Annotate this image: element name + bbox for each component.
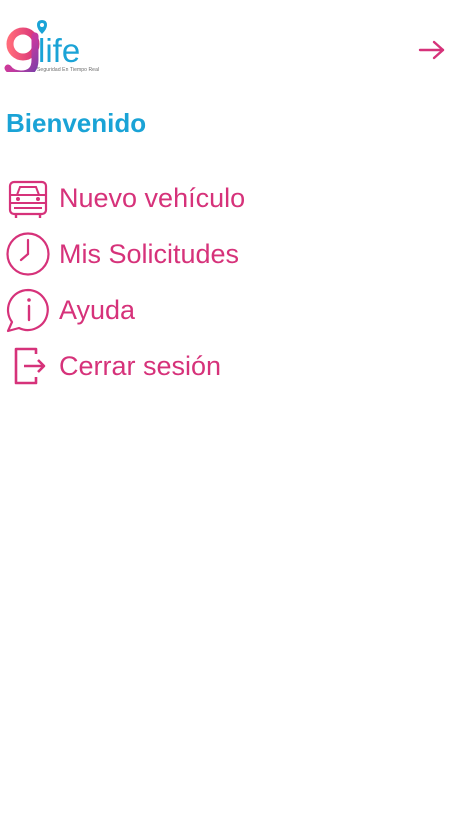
menu-item-my-requests[interactable]: Mis Solicitudes bbox=[0, 226, 460, 282]
menu-item-label: Cerrar sesión bbox=[59, 350, 222, 381]
info-bubble-icon bbox=[4, 286, 52, 334]
arrow-right-icon[interactable] bbox=[418, 38, 446, 62]
app-header: life Seguridad En Tiempo Real bbox=[0, 0, 460, 96]
logo-tagline: Seguridad En Tiempo Real bbox=[37, 67, 100, 73]
welcome-title: Bienvenido bbox=[6, 108, 147, 138]
logout-icon bbox=[4, 342, 52, 390]
main-menu: Nuevo vehículo Mis Solicitudes Ayuda Cer… bbox=[0, 170, 460, 394]
menu-item-label: Nuevo vehículo bbox=[59, 182, 246, 213]
menu-item-new-vehicle[interactable]: Nuevo vehículo bbox=[0, 170, 460, 226]
car-icon bbox=[4, 174, 52, 222]
clock-icon bbox=[4, 230, 52, 278]
menu-item-logout[interactable]: Cerrar sesión bbox=[0, 338, 460, 394]
menu-item-label: Ayuda bbox=[59, 294, 136, 325]
logo-mark: life bbox=[4, 20, 80, 72]
logo-text: life bbox=[38, 32, 80, 69]
menu-item-help[interactable]: Ayuda bbox=[0, 282, 460, 338]
menu-item-label: Mis Solicitudes bbox=[59, 238, 240, 269]
